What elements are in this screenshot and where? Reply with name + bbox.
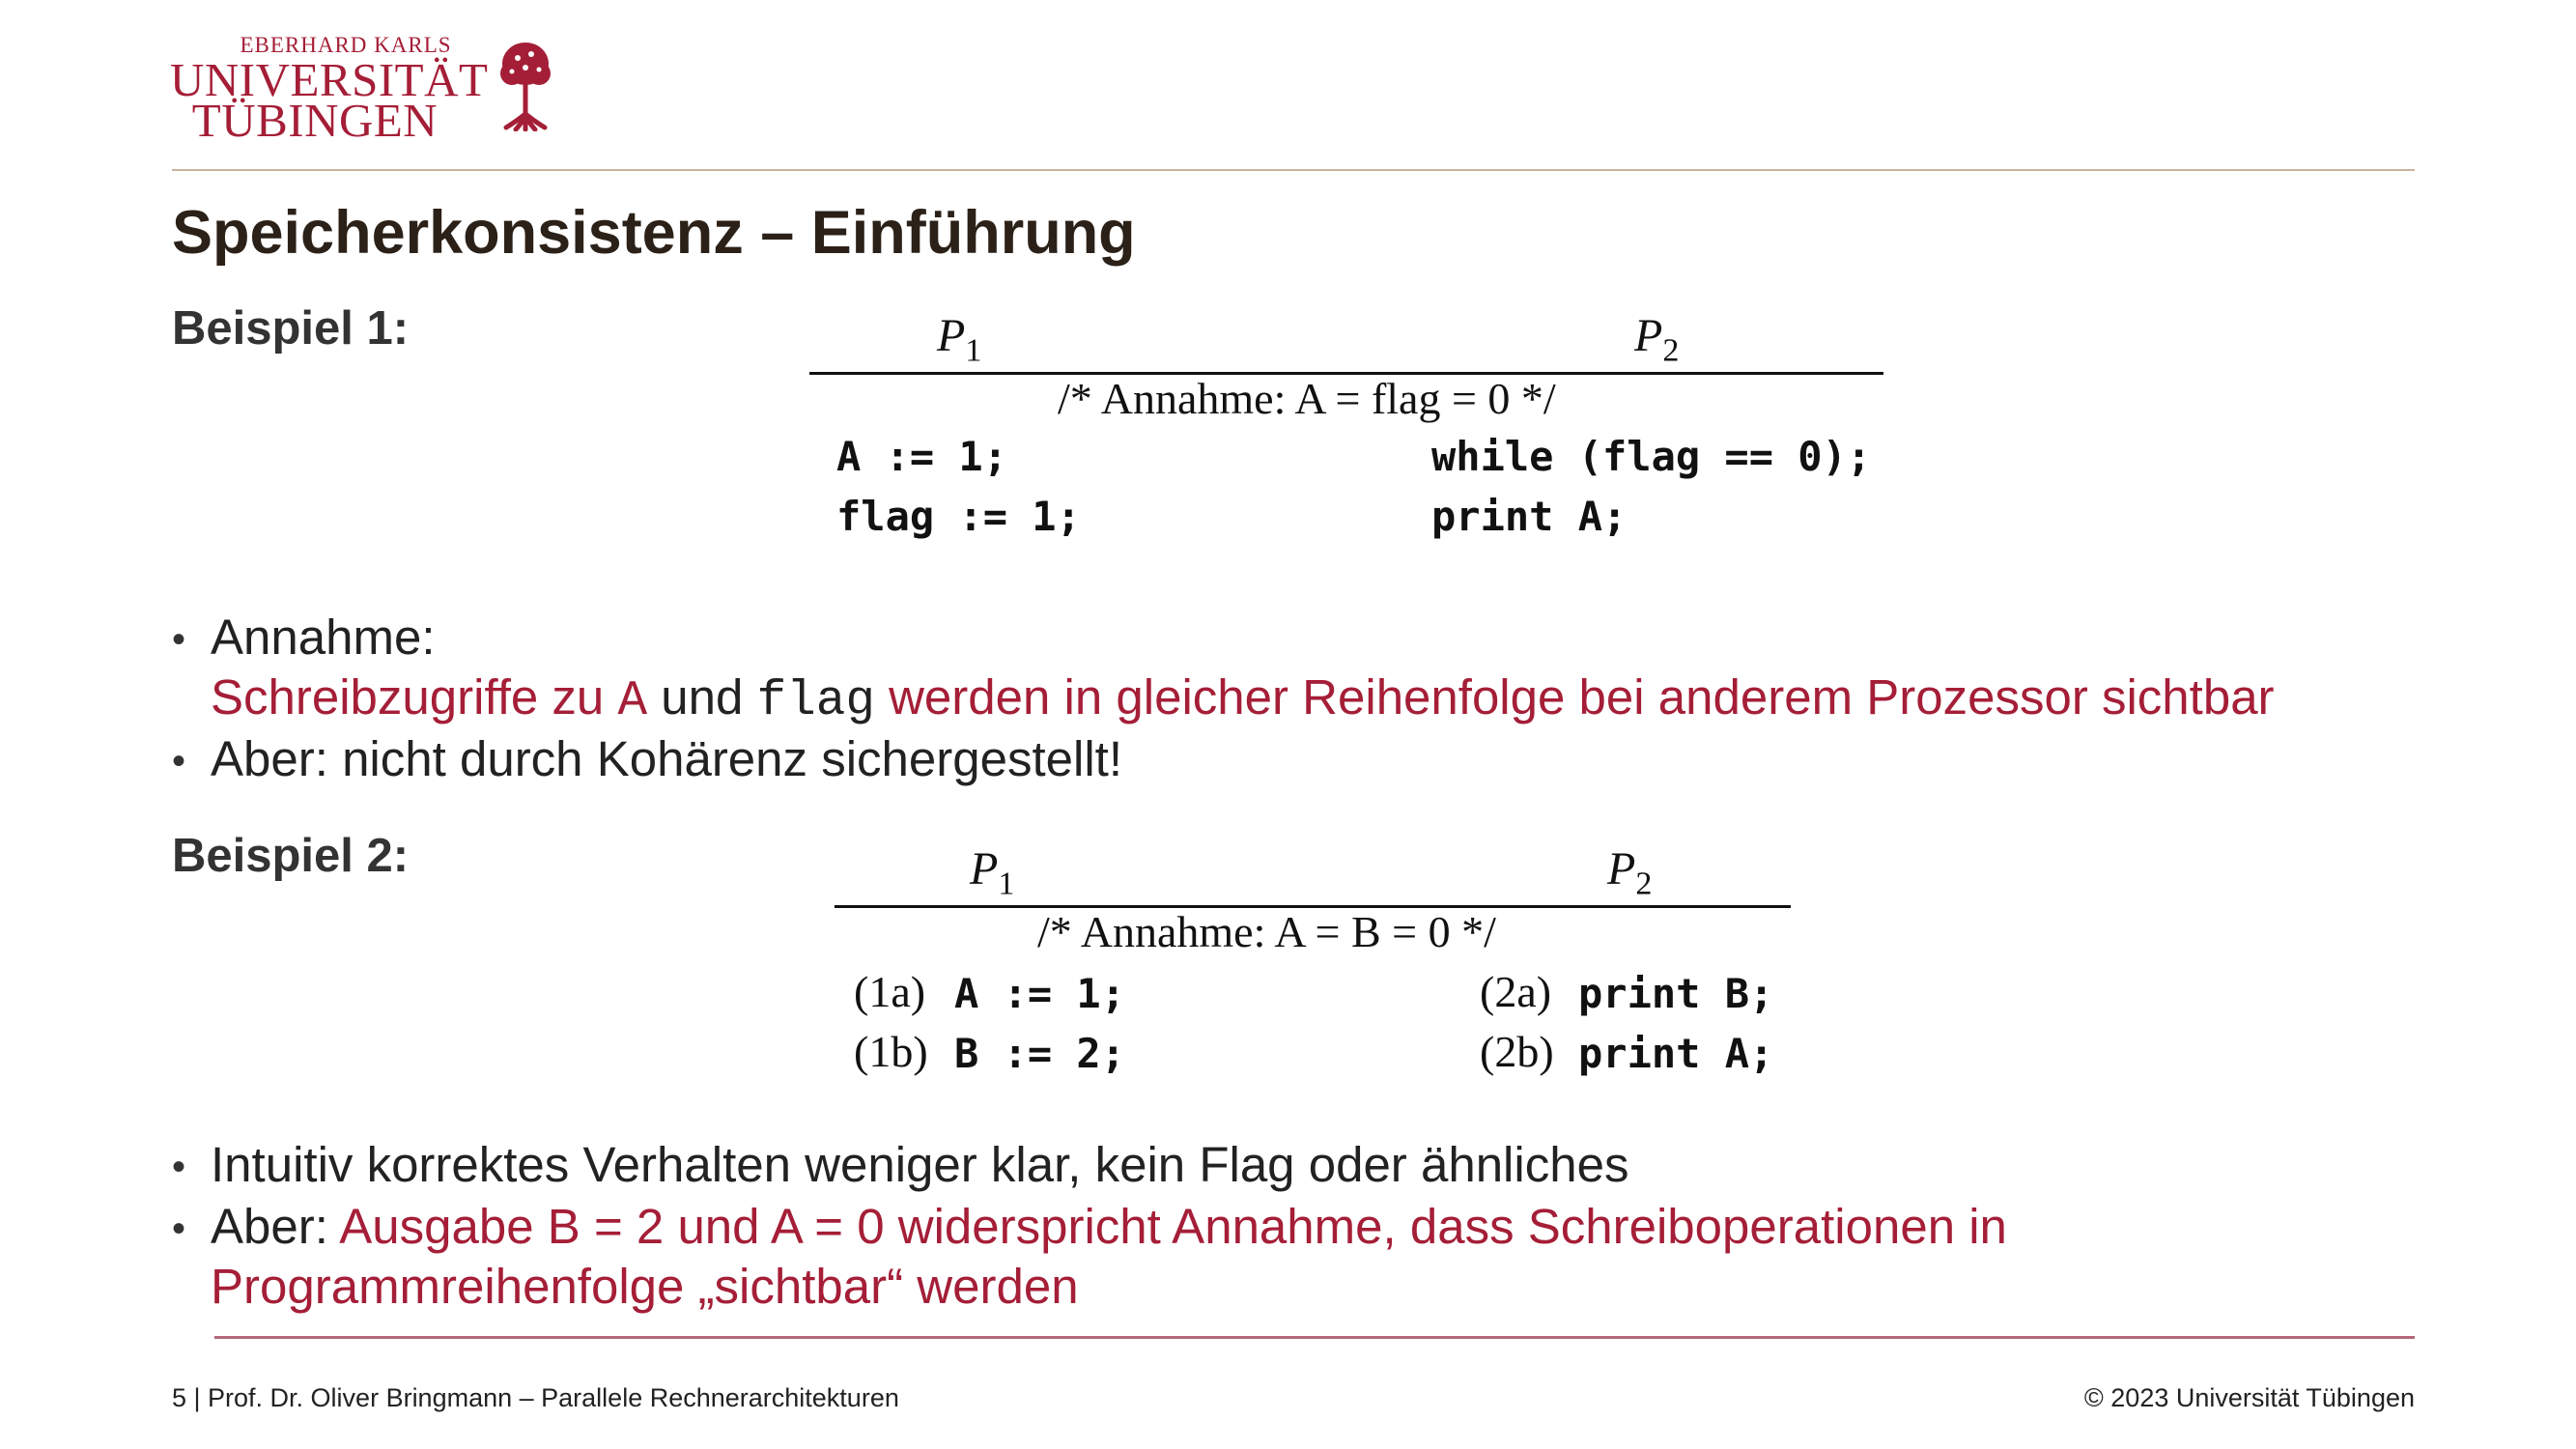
logo-line-3: TÜBINGEN bbox=[191, 94, 439, 147]
bullet-dot: • bbox=[172, 1146, 186, 1188]
example-1-p2-line-2: print A; bbox=[1431, 493, 1628, 540]
footer-divider bbox=[214, 1336, 2415, 1339]
bullet-however: Aber: Ausgabe B = 2 und A = 0 widerspric… bbox=[211, 1199, 2007, 1254]
example-1-assumption: /* Annahme: A = flag = 0 */ bbox=[1058, 374, 1556, 423]
bullet-dot: • bbox=[172, 1208, 186, 1250]
university-logo: EBERHARD KARLS UNIVERSITÄT TÜBINGEN bbox=[170, 33, 576, 145]
bullet-dot: • bbox=[172, 740, 186, 782]
example-1-p1-line-2: flag := 1; bbox=[836, 493, 1081, 540]
example-1-label: Beispiel 1: bbox=[172, 302, 410, 355]
example-2-p2-tag-1: (2a) bbox=[1480, 967, 1552, 1016]
bullet-assumption-text: Schreibzugriffe zu A und flag werden in … bbox=[211, 669, 2275, 729]
example-2-p1-tag-1: (1a) bbox=[854, 967, 926, 1016]
example-2-p1-tag-2: (1b) bbox=[854, 1027, 928, 1076]
header-divider bbox=[172, 169, 2415, 171]
bullet-intuitive: Intuitiv korrektes Verhalten weniger kla… bbox=[211, 1137, 1629, 1192]
example-2-p1-line-2: B := 2; bbox=[954, 1030, 1126, 1077]
page-title: Speicherkonsistenz – Einführung bbox=[172, 199, 1136, 267]
example-1-p2-line-1: while (flag == 0); bbox=[1431, 433, 1872, 480]
bullet-dot: • bbox=[172, 618, 186, 661]
footer-copyright: © 2023 Universität Tübingen bbox=[2083, 1383, 2415, 1412]
example-2-label: Beispiel 2: bbox=[172, 830, 410, 882]
example-1-header-p1: P1 bbox=[937, 310, 982, 369]
bullet-assumption-head: Annahme: bbox=[211, 610, 436, 665]
example-2-assumption: /* Annahme: A = B = 0 */ bbox=[1037, 907, 1496, 956]
example-1-p1-line-1: A := 1; bbox=[836, 433, 1008, 480]
example-2-p2-line-2: print A; bbox=[1578, 1030, 1774, 1077]
bullet-coherence: Aber: nicht durch Kohärenz sichergestell… bbox=[211, 731, 1122, 786]
footer-left-text: 5 | Prof. Dr. Oliver Bringmann – Paralle… bbox=[172, 1383, 899, 1412]
example-1-header-p2: P2 bbox=[1634, 310, 1680, 369]
example-2-p2-line-1: print B; bbox=[1578, 970, 1774, 1017]
example-2-p1-line-1: A := 1; bbox=[954, 970, 1126, 1017]
example-2-header-p1: P1 bbox=[970, 843, 1015, 902]
bullet-however-continued: Programmreihenfolge „sichtbar“ werden bbox=[211, 1259, 1079, 1314]
example-2-header-p2: P2 bbox=[1607, 843, 1653, 902]
tree-emblem-icon bbox=[500, 43, 551, 131]
example-2-p2-tag-2: (2b) bbox=[1480, 1027, 1554, 1076]
